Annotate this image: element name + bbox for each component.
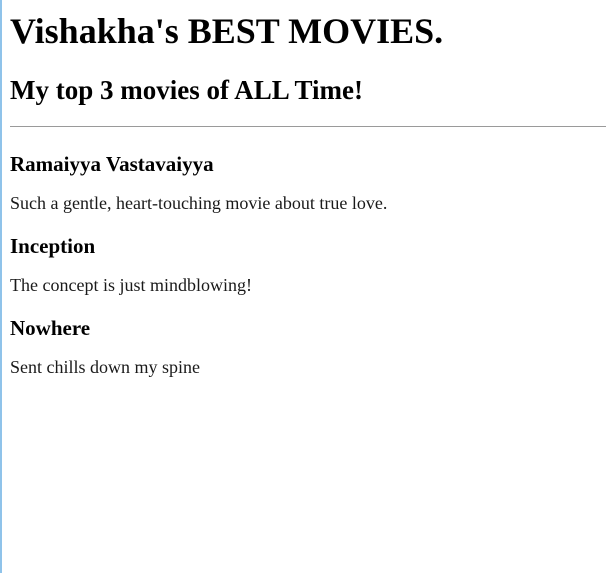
movie-list: Ramaiyya Vastavaiyya Such a gentle, hear…: [10, 151, 606, 378]
movie-title: Inception: [10, 234, 96, 258]
movie-item: Ramaiyya Vastavaiyya Such a gentle, hear…: [10, 151, 606, 214]
movie-title: Nowhere: [10, 316, 91, 340]
movie-description: Sent chills down my spine: [10, 357, 200, 377]
page-title: Vishakha's BEST MOVIES.: [10, 11, 444, 51]
window-left-edge: [0, 0, 2, 573]
movie-item: Inception The concept is just mindblowin…: [10, 233, 606, 296]
movie-description: Such a gentle, heart-touching movie abou…: [10, 193, 388, 213]
movie-description: The concept is just mindblowing!: [10, 275, 252, 295]
page-content: Vishakha's BEST MOVIES. My top 3 movies …: [10, 0, 606, 378]
movie-item: Nowhere Sent chills down my spine: [10, 315, 606, 378]
divider: [10, 126, 606, 127]
page-subtitle: My top 3 movies of ALL Time!: [10, 75, 364, 105]
movie-title: Ramaiyya Vastavaiyya: [10, 152, 214, 176]
